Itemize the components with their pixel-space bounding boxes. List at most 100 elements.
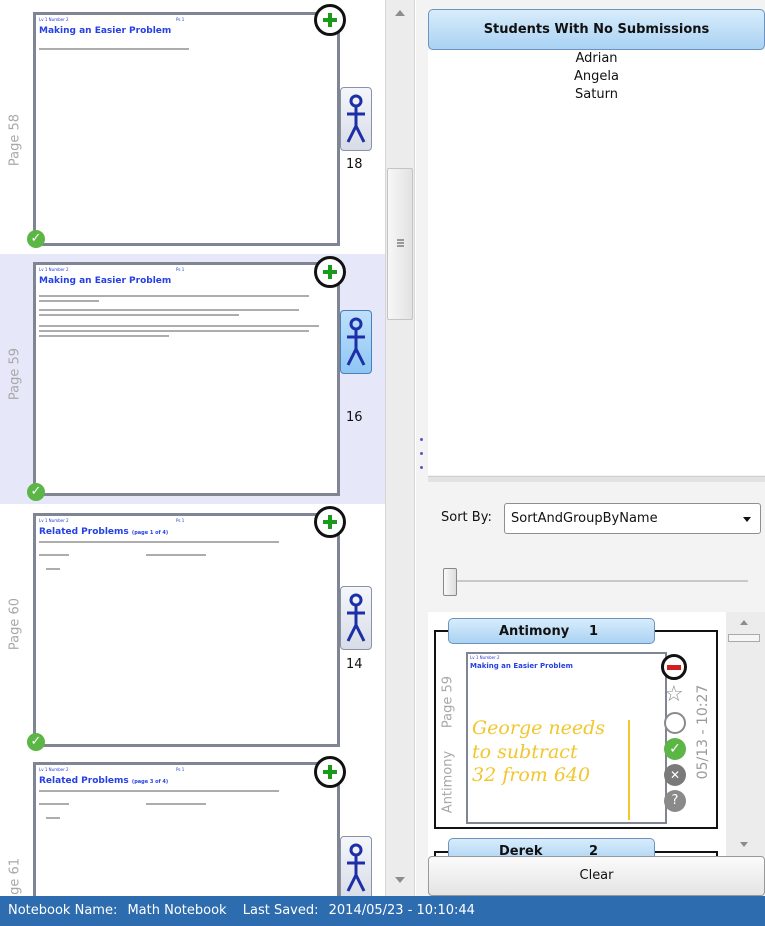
page-row-59[interactable]: Page 59 Lv 1 Number 2 Ps 1 Making an Eas… (0, 254, 385, 504)
page-label: Page 61 (7, 857, 23, 896)
student-icon (346, 317, 366, 366)
page-row-61[interactable]: Page 61 Lv 1 Number 2 Ps 1 Related Probl… (0, 754, 385, 896)
text-line (39, 295, 309, 297)
student-name: Saturn (575, 87, 618, 102)
text-line (46, 817, 60, 819)
page-header-left: Lv 1 Number 2 (39, 17, 69, 22)
text-line (39, 325, 319, 327)
scroll-up-icon[interactable] (395, 10, 405, 16)
student-submissions-button[interactable] (340, 586, 372, 650)
submission-thumbnail[interactable]: Lv 1 Number 2 Making an Easier Problem G… (466, 652, 667, 824)
student-submissions-button[interactable] (340, 836, 372, 896)
scroll-down-icon[interactable] (740, 842, 748, 847)
student-name: Angela (574, 69, 619, 84)
status-bar: Notebook Name: Math Notebook Last Saved:… (0, 896, 765, 926)
student-icon (346, 593, 366, 642)
student-submissions-button[interactable] (340, 310, 372, 374)
last-saved-label: Last Saved: (242, 903, 319, 918)
zoom-slider-thumb[interactable] (443, 568, 457, 596)
panel-divider[interactable] (428, 476, 765, 482)
submission-count: 18 (346, 157, 363, 172)
student-name: Adrian (575, 51, 618, 66)
grip-icon (397, 239, 404, 247)
scrollbar-thumb[interactable] (387, 168, 413, 320)
remove-icon[interactable] (661, 654, 687, 680)
text-line (146, 803, 206, 805)
text-line (146, 554, 206, 556)
notebook-name-value: Math Notebook (127, 903, 227, 918)
star-icon[interactable]: ☆ (664, 684, 684, 706)
group-tab-antimony[interactable]: Antimony 1 (448, 618, 655, 644)
text-line (39, 790, 279, 792)
page-label: Page 60 (7, 597, 23, 651)
last-saved-value: 2014/05/23 - 10:10:44 (328, 903, 475, 918)
pages-scrollbar[interactable] (385, 0, 415, 896)
page-label: Page 58 (7, 113, 23, 167)
page-header-left: Lv 1 Number 2 (39, 767, 69, 772)
page-title: Related Problems (page 3 of 4) (39, 776, 169, 786)
text-line (39, 314, 239, 316)
incorrect-icon[interactable]: ✕ (664, 764, 686, 786)
zoom-slider-track[interactable] (443, 580, 748, 582)
submission-student-label: Antimony (440, 750, 456, 814)
check-icon: ✓ (27, 733, 45, 751)
page-thumbnail[interactable]: Lv 1 Number 2 Ps 1 Making an Easier Prob… (33, 12, 340, 246)
chevron-down-icon (743, 517, 751, 522)
text-line (39, 330, 309, 332)
group-count: 1 (589, 624, 599, 639)
text-line (46, 568, 60, 570)
submissions-scrollbar[interactable] (726, 612, 765, 858)
sort-by-value: SortAndGroupByName (511, 511, 658, 526)
clear-button[interactable]: Clear (428, 856, 765, 896)
page-header-left: Lv 1 Number 2 (39, 518, 69, 523)
scroll-down-icon[interactable] (395, 877, 405, 883)
check-icon: ✓ (27, 230, 45, 248)
submission-count: 16 (346, 410, 363, 425)
panel-splitter[interactable] (416, 0, 428, 896)
handwriting-line: George needs (472, 717, 606, 739)
page-title: Making an Easier Problem (39, 26, 172, 36)
page-thumbnail[interactable]: Lv 1 Number 2 Ps 1 Making an Easier Prob… (33, 262, 340, 496)
no-submissions-header[interactable]: Students With No Submissions (428, 9, 765, 50)
submission-timestamp: 05/13 - 10:27 (695, 684, 711, 780)
notebook-app: Page 58 Lv 1 Number 2 Ps 1 Making an Eas… (0, 0, 765, 926)
page-row-60[interactable]: Page 60 Lv 1 Number 2 Ps 1 Related Probl… (0, 504, 385, 754)
add-submission-icon[interactable] (314, 506, 346, 538)
sort-by-dropdown[interactable]: SortAndGroupByName (504, 503, 761, 534)
page-title: Related Problems (page 1 of 4) (39, 527, 169, 537)
student-icon (346, 94, 366, 143)
text-line (39, 335, 169, 337)
scrollbar-thumb[interactable] (728, 634, 760, 642)
text-line (39, 300, 99, 302)
submission-count: 14 (346, 657, 363, 672)
add-submission-icon[interactable] (314, 256, 346, 288)
no-submissions-list: Adrian Angela Saturn (428, 50, 765, 475)
page-thumbnail[interactable]: Lv 1 Number 2 Ps 1 Related Problems (pag… (33, 762, 340, 896)
splitter-dot (420, 452, 423, 455)
correct-icon[interactable]: ✓ (664, 738, 686, 760)
text-line (39, 309, 299, 311)
student-icon (346, 843, 366, 892)
add-submission-icon[interactable] (314, 4, 346, 36)
sort-by-label: Sort By: (441, 510, 492, 525)
page-header-right: Ps 1 (176, 17, 185, 22)
handwriting-line: 32 from 640 (472, 764, 591, 786)
page-thumbnail[interactable]: Lv 1 Number 2 Ps 1 Related Problems (pag… (33, 513, 340, 747)
handwriting-line: to subtract (472, 741, 578, 763)
student-submissions-button[interactable] (340, 87, 372, 151)
splitter-dot (420, 466, 423, 469)
scroll-up-icon[interactable] (740, 620, 748, 625)
page-header-right: Ps 1 (176, 518, 185, 523)
text-line (39, 48, 189, 50)
page-header-left: Lv 1 Number 2 (39, 267, 69, 272)
handwriting-scribble (628, 720, 665, 820)
page-row-58[interactable]: Page 58 Lv 1 Number 2 Ps 1 Making an Eas… (0, 0, 385, 254)
splitter-dot (420, 438, 423, 441)
page-label: Page 59 (7, 347, 23, 401)
text-line (39, 803, 69, 805)
add-submission-icon[interactable] (314, 756, 346, 788)
unknown-icon[interactable]: ? (664, 790, 686, 812)
blank-circle-icon[interactable] (664, 712, 686, 734)
page-header-right: Ps 1 (176, 267, 185, 272)
group-box-antimony: Antimony Page 59 Lv 1 Number 2 Making an… (434, 630, 718, 829)
